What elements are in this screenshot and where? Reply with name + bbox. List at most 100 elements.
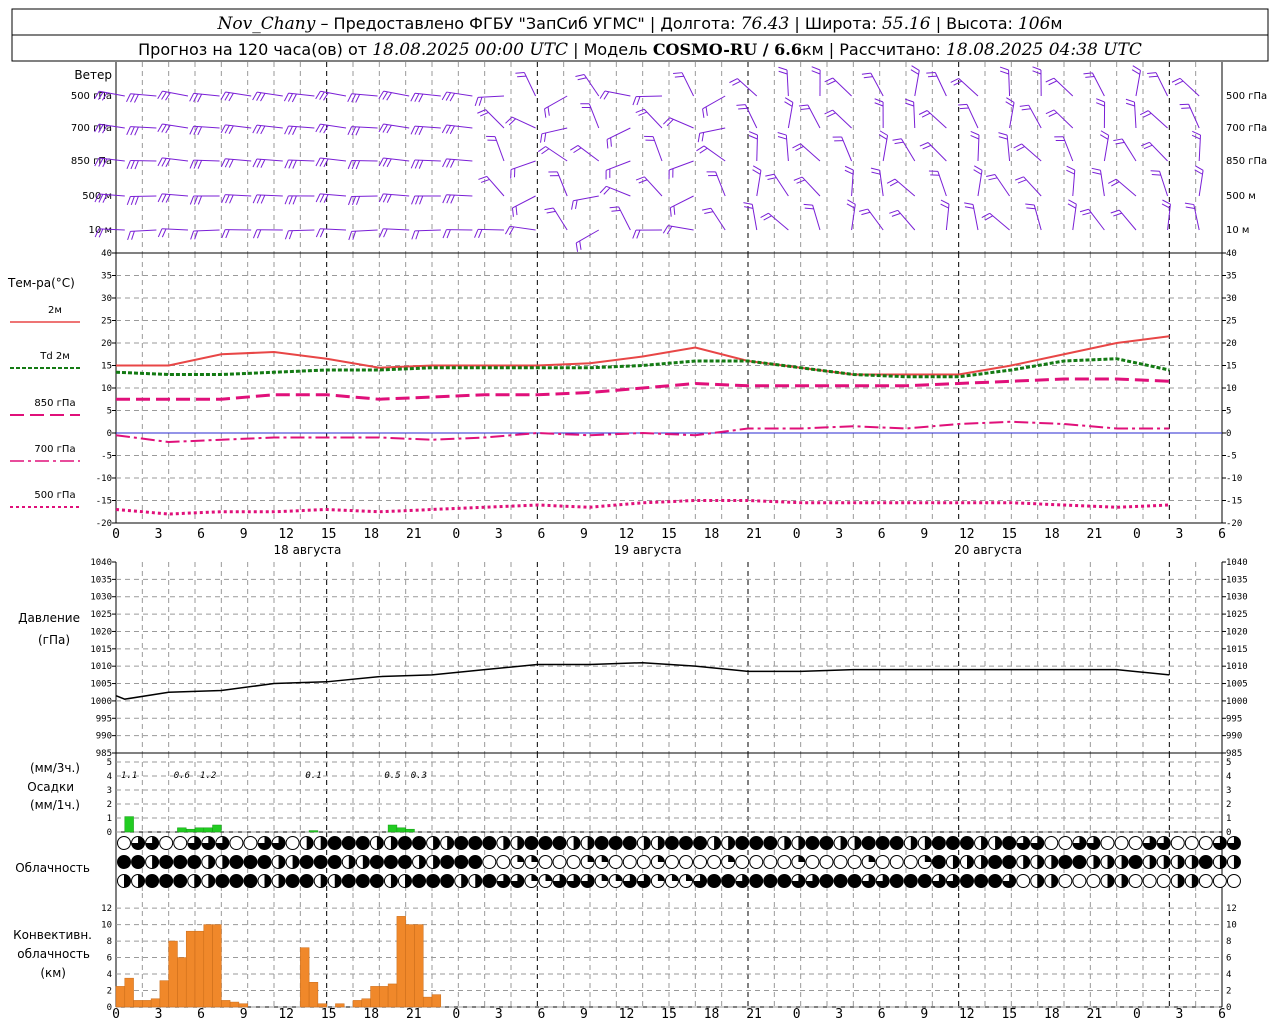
cloud-symbol (622, 874, 637, 888)
wind-feather (126, 160, 131, 170)
wind-feather (964, 206, 974, 209)
wind-feather (1045, 109, 1055, 115)
wind-feather (260, 159, 266, 168)
y-tick-label: 8 (1226, 937, 1231, 947)
cloud-symbol (889, 855, 904, 869)
wind-feather (874, 98, 884, 103)
cloud-circle (538, 855, 553, 869)
cloud-symbol (636, 874, 651, 888)
wind-feather (323, 194, 329, 203)
cloud-symbol (679, 874, 693, 888)
cloud-symbol (903, 874, 918, 888)
cloud-symbol (960, 874, 974, 888)
wind-feather (225, 194, 230, 204)
wind-feather (999, 66, 1009, 71)
wind-feather (284, 230, 289, 240)
wind-feather (778, 66, 788, 71)
cloud-symbol (440, 874, 455, 888)
cloud-symbol (117, 874, 131, 888)
wind-feather (161, 158, 167, 167)
cloud-fill (665, 836, 679, 850)
wind-feather (958, 103, 968, 106)
wind-feather (449, 125, 455, 135)
cloud-circle (777, 855, 792, 869)
wind-feather (894, 141, 904, 145)
cloud-fill (615, 874, 623, 881)
wind-feather (732, 80, 741, 86)
chart-marks: 500 гПа 500 гПа 700 гПа 700 гПа 850 гПа 850 г… (10, 62, 1267, 1022)
wind-feather (1066, 169, 1075, 175)
wind-feather (256, 194, 262, 204)
cloud-symbol (173, 855, 188, 869)
y-tick-label: 6 (107, 954, 112, 964)
x-tick-label: 0 (793, 527, 801, 542)
wind-feather (752, 165, 762, 171)
wind-feather (861, 72, 871, 75)
cloud-symbol (229, 874, 244, 888)
altitude-unit: м (1050, 14, 1062, 33)
wind-feather (784, 101, 793, 107)
cloud-symbol (1058, 874, 1073, 888)
cloud-symbol (679, 855, 693, 869)
wind-feather (571, 200, 574, 210)
cloud-symbol (903, 855, 918, 869)
x-tick-label: 15 (1001, 527, 1017, 542)
cloud-fill (342, 836, 356, 850)
wind-feather (1161, 203, 1171, 209)
wind-feather (319, 228, 325, 238)
y-tick-label: 1 (107, 814, 112, 824)
cloud-fill (348, 855, 356, 869)
wind-feather (543, 132, 547, 142)
y-tick-label: 3 (107, 786, 112, 796)
y-tick-label: 5 (107, 758, 112, 768)
cloud-symbol (426, 836, 441, 850)
cloud-fill (1121, 855, 1129, 869)
cloud-symbol (313, 874, 328, 888)
cloud-symbol (580, 874, 595, 888)
wind-feather (1108, 178, 1117, 184)
x-tick-label: 6 (537, 1007, 545, 1022)
wind-feather (348, 231, 353, 241)
wind-feather (1111, 181, 1120, 187)
cloud-fill (320, 874, 328, 888)
x-tick-label: 9 (580, 527, 588, 542)
cloud-fill (904, 874, 918, 888)
cloud-symbol (538, 855, 553, 869)
y-tick-label: 4 (1226, 970, 1231, 980)
wind-feather (673, 72, 683, 74)
date-label: 19 августа (614, 543, 682, 557)
wind-feather (1021, 108, 1031, 111)
y-tick-label: 4 (107, 970, 112, 980)
cloud-fill (820, 874, 833, 888)
wind-feather (635, 176, 645, 181)
cloud-symbol (566, 836, 581, 850)
cloud-symbol (1198, 855, 1213, 869)
conv-title-2: облачность (17, 947, 90, 961)
conv-bar (431, 994, 442, 1008)
conv-bar (115, 986, 126, 1008)
cloud-circle (833, 855, 848, 869)
cloud-symbol (833, 874, 848, 888)
cloud-fill (587, 836, 595, 850)
cloud-symbol (861, 836, 876, 850)
cloud-symbol (735, 836, 750, 850)
x-tick-label: 0 (1133, 527, 1141, 542)
cloud-fill (398, 855, 412, 869)
wind-feather (504, 226, 511, 235)
wind-feather (1100, 134, 1109, 140)
wind-feather (927, 75, 938, 78)
cloud-fill (334, 874, 342, 888)
wind-feather (778, 70, 788, 75)
cloud-fill (918, 874, 932, 888)
wind-feather (940, 203, 949, 209)
wind-feather (636, 96, 641, 106)
x-tick-label: 15 (661, 527, 677, 542)
cloud-symbol (988, 855, 1003, 869)
wind-feather (351, 93, 357, 103)
wind-feather (861, 211, 871, 216)
cloud-fill (587, 855, 595, 862)
wind-feather (984, 215, 993, 221)
cloud-symbol (917, 836, 932, 850)
wind-feather (704, 211, 714, 214)
y-tick-label: 30 (101, 294, 112, 304)
